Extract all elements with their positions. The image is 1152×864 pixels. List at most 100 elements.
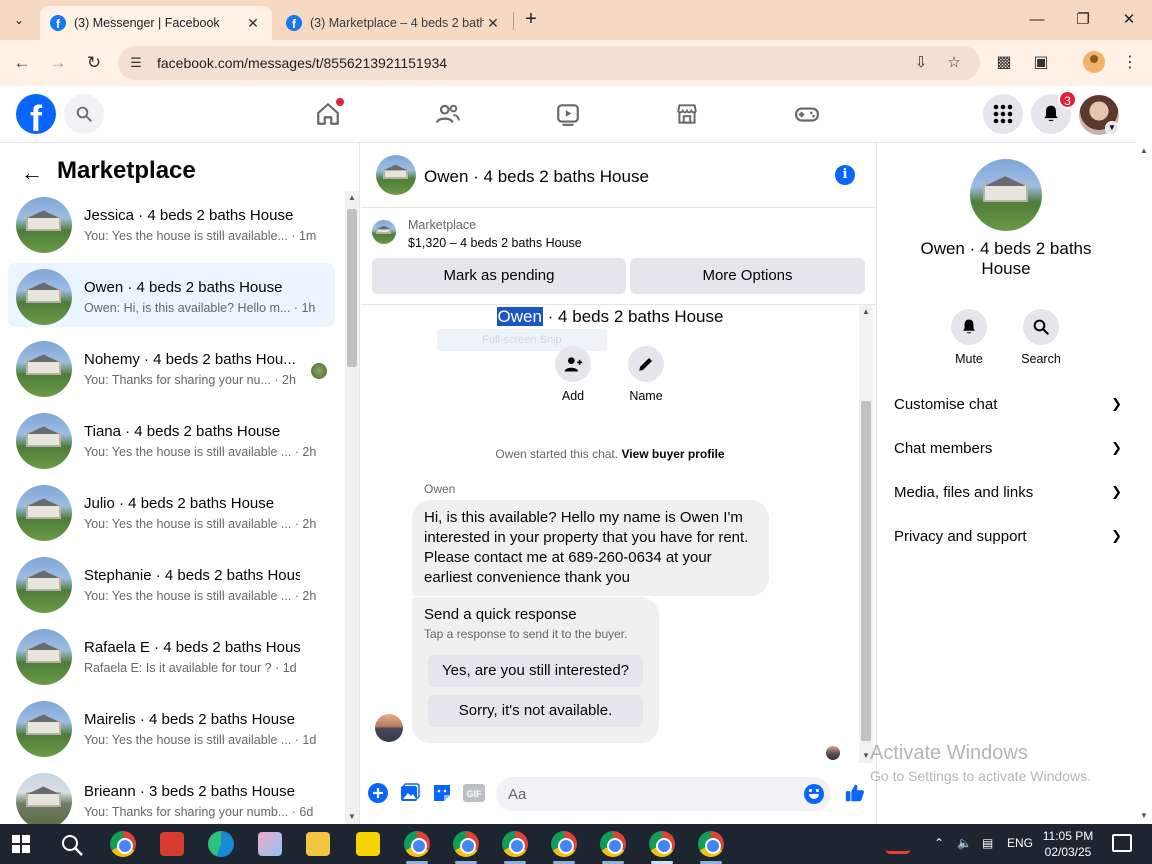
details-avatar[interactable] [970,159,1042,231]
chat-list-scrollbar[interactable]: ▲ ▼ [345,191,359,824]
friends-icon[interactable] [430,96,466,132]
back-arrow-icon[interactable]: ← [18,159,46,187]
gaming-icon[interactable] [789,96,825,132]
page-scrollbar[interactable]: ▲ ▼ [1136,143,1152,824]
scrollbar-thumb[interactable] [861,401,871,741]
chrome-profile-taskbar-icon[interactable] [600,831,626,857]
quick-reply-not-available-button[interactable]: Sorry, it's not available. [428,695,643,727]
account-chevron-down-icon[interactable]: ▼ [1105,121,1119,135]
attach-photo-icon[interactable] [399,782,421,804]
conversation-item[interactable]: Nohemy · 4 beds 2 baths Hou... You: Thank… [8,335,335,399]
view-buyer-profile-link[interactable]: View buyer profile [621,447,724,461]
edge-taskbar-icon[interactable] [208,831,234,857]
anydesk-taskbar-icon[interactable] [160,832,184,856]
scroll-up-icon[interactable]: ▲ [1138,145,1150,157]
chrome-active-taskbar-icon[interactable] [649,831,675,857]
add-people-button[interactable]: Add [543,346,603,403]
tab-messenger[interactable]: f (3) Messenger | Facebook ✕ [40,6,272,40]
meeting-tray-icon[interactable] [886,832,910,854]
extensions-puzzle-icon[interactable]: ▣ [1030,52,1052,74]
marketplace-icon[interactable] [669,96,705,132]
gif-icon[interactable]: GIF [463,782,485,804]
conversation-item[interactable]: Mairelis · 4 beds 2 baths House You: Yes … [8,695,335,759]
notification-center-icon[interactable] [1112,834,1132,852]
emoji-icon[interactable] [804,784,824,804]
scroll-down-icon[interactable]: ▼ [1138,810,1150,822]
message-input[interactable]: Aa [496,777,831,811]
thread-scrollbar[interactable]: ▲ ▼ [859,305,873,763]
conversation-item[interactable]: Brieann · 3 beds 2 baths House You: Thank… [8,767,335,824]
snipping-tool-taskbar-icon[interactable] [258,832,282,856]
chrome-profile-taskbar-icon[interactable] [502,831,528,857]
scroll-up-icon[interactable]: ▲ [345,191,359,205]
tab-marketplace[interactable]: f (3) Marketplace – 4 beds 2 bath ✕ [276,6,512,40]
close-window-icon[interactable]: ✕ [1114,8,1144,32]
forward-icon[interactable]: → [46,51,70,75]
home-icon[interactable] [310,96,346,132]
chrome-profile-taskbar-icon[interactable] [551,831,577,857]
conversation-item[interactable]: Jessica · 4 beds 2 baths House You: Yes t… [8,191,335,255]
chrome-profile-taskbar-icon[interactable] [453,831,479,857]
restore-icon[interactable]: ❐ [1068,8,1098,32]
customise-chat-section[interactable]: Customise chat ❯ [894,393,1122,417]
like-thumbs-up-icon[interactable] [843,782,867,804]
taskbar-clock[interactable]: 11:05 PM 02/03/25 [1032,828,1104,860]
menu-grid-icon[interactable] [983,94,1023,134]
close-tab-icon[interactable]: ✕ [244,15,262,32]
listing-thumbnail[interactable] [372,220,396,244]
chrome-profile-taskbar-icon[interactable] [404,831,430,857]
facebook-logo-icon[interactable]: f [16,94,56,134]
search-in-conversation-button[interactable]: Search [1009,309,1073,366]
conversation-item[interactable]: Owen · 4 beds 2 baths House Owen: Hi, is … [8,263,335,327]
conversation-title[interactable]: Owen · 4 beds 2 baths House [424,167,649,187]
chrome-profile-taskbar-icon[interactable] [698,831,724,857]
install-app-icon[interactable]: ⇩ [911,53,931,73]
site-info-icon[interactable]: ☰ [126,53,146,73]
scroll-down-icon[interactable]: ▼ [345,810,359,824]
tab-search-chevron-icon[interactable]: ⌄ [6,8,32,32]
bookmark-star-icon[interactable]: ☆ [944,53,964,73]
network-icon[interactable]: ▤ [982,836,993,850]
incoming-message-bubble[interactable]: Hi, is this available? Hello my name is … [412,500,769,596]
plus-circle-icon[interactable] [367,782,389,804]
new-tab-plus-icon[interactable]: + [520,8,542,32]
browser-menu-kebab-icon[interactable]: ⋮ [1119,52,1141,74]
sticker-icon[interactable] [431,782,453,804]
taskbar-search-icon[interactable] [60,833,84,857]
input-language[interactable]: ENG [1007,836,1033,850]
name-chat-button[interactable]: Name [616,346,676,403]
more-options-button[interactable]: More Options [630,258,865,294]
conversation-item[interactable]: Tiana · 4 beds 2 baths House You: Yes the… [8,407,335,471]
browser-profile-avatar[interactable] [1083,51,1105,73]
reload-icon[interactable]: ↻ [82,51,106,75]
listing-price[interactable]: $1,320 – 4 beds 2 baths House [408,236,582,250]
minimize-icon[interactable]: — [1022,8,1052,32]
volume-icon[interactable]: 🔈 [957,836,972,850]
url-text[interactable]: facebook.com/messages/t/8556213921151934 [157,55,447,71]
chat-members-section[interactable]: Chat members ❯ [894,437,1122,461]
search-icon[interactable] [64,94,104,134]
sender-avatar[interactable] [375,714,403,742]
conversation-item[interactable]: Julio · 4 beds 2 baths House You: Yes the… [8,479,335,543]
mute-button[interactable]: Mute [937,309,1001,366]
video-icon[interactable] [550,96,586,132]
conversation-item[interactable]: Rafaela E · 4 beds 2 baths House Rafaela … [8,623,335,687]
scrollbar-thumb[interactable] [347,209,357,367]
info-icon[interactable]: i [835,165,855,185]
conversation-avatar[interactable] [376,155,416,195]
back-icon[interactable]: ← [10,51,34,75]
show-hidden-icons-chevron-icon[interactable]: ⌃ [934,836,944,850]
mark-as-pending-button[interactable]: Mark as pending [372,258,626,294]
quick-reply-still-interested-button[interactable]: Yes, are you still interested? [428,655,643,687]
address-bar[interactable]: ☰ facebook.com/messages/t/85562139211519… [118,46,980,80]
close-tab-icon[interactable]: ✕ [484,15,502,32]
chrome-taskbar-icon[interactable] [110,831,136,857]
windows-start-icon[interactable] [12,835,30,853]
conversation-item[interactable]: Stephanie · 4 beds 2 baths House You: Yes… [8,551,335,615]
privacy-support-section[interactable]: Privacy and support ❯ [894,525,1122,549]
sticky-notes-taskbar-icon[interactable] [356,832,380,856]
scroll-up-icon[interactable]: ▲ [859,305,873,319]
media-files-links-section[interactable]: Media, files and links ❯ [894,481,1122,505]
assistant-icon[interactable]: ▩ [993,52,1015,74]
file-explorer-taskbar-icon[interactable] [306,832,330,856]
